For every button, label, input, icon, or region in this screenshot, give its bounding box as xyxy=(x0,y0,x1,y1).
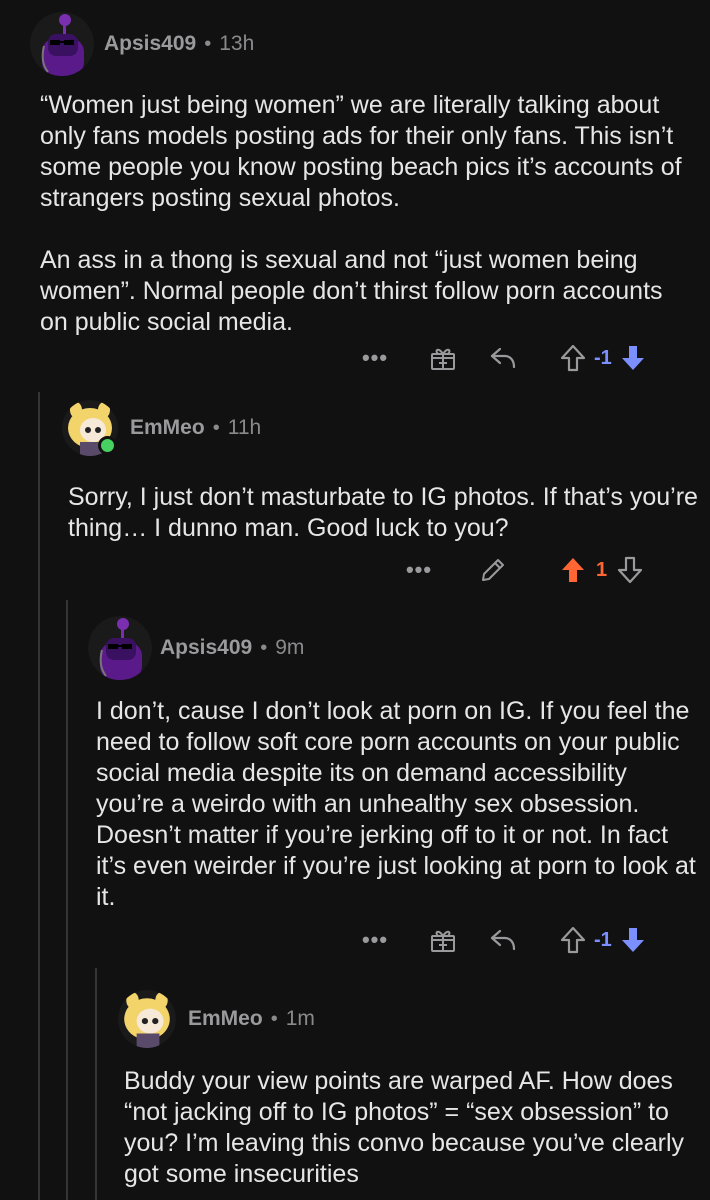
username[interactable]: EmMeo xyxy=(130,416,205,440)
timestamp: 13h xyxy=(219,32,255,55)
downvote-arrow-icon[interactable] xyxy=(615,556,645,584)
award-gift-icon[interactable] xyxy=(428,344,458,372)
avatar-apsis409[interactable] xyxy=(30,12,94,76)
reply-arrow-icon[interactable] xyxy=(488,927,518,953)
comment-body: Sorry, I just don’t masturbate to IG pho… xyxy=(68,482,698,544)
comment-header: EmMeo • 11h xyxy=(62,400,261,456)
timestamp: 9m xyxy=(275,636,305,659)
vote-score: 1 xyxy=(596,558,608,581)
comment-paragraph: Sorry, I just don’t masturbate to IG pho… xyxy=(68,483,698,542)
comment-header: EmMeo • 1m xyxy=(118,990,315,1048)
comment-emmeo-1: EmMeo • 11h Sorry, I just don’t masturba… xyxy=(0,380,710,600)
timestamp: 11h xyxy=(227,416,262,439)
comment-body: I don’t, cause I don’t look at porn on I… xyxy=(96,696,696,913)
comment-body: Buddy your view points are warped AF. Ho… xyxy=(124,1066,700,1190)
username[interactable]: EmMeo xyxy=(188,1007,263,1031)
vote-score: -1 xyxy=(594,928,612,951)
comment-paragraph: Buddy your view points are warped AF. Ho… xyxy=(124,1067,685,1188)
separator-dot: • xyxy=(260,636,268,659)
username[interactable]: Apsis409 xyxy=(104,32,196,56)
comment-actions: ••• 1 xyxy=(404,552,645,588)
separator-dot: • xyxy=(212,416,220,439)
avatar-apsis409[interactable] xyxy=(88,616,152,680)
avatar-wrapper xyxy=(62,400,118,456)
separator-dot: • xyxy=(204,32,212,55)
more-options-icon[interactable]: ••• xyxy=(360,927,390,953)
pencil-edit-icon[interactable] xyxy=(478,556,508,584)
separator-dot: • xyxy=(270,1007,278,1030)
comment-paragraph: “Women just being women” we are literall… xyxy=(40,91,682,212)
comment-paragraph: I don’t, cause I don’t look at porn on I… xyxy=(96,697,696,911)
more-options-icon[interactable]: ••• xyxy=(360,345,390,371)
comment-body: “Women just being women” we are literall… xyxy=(40,90,690,338)
comment-actions: ••• -1 xyxy=(360,922,648,958)
comment-paragraph: An ass in a thong is sexual and not “jus… xyxy=(40,246,663,336)
comment-apsis409-1: Apsis409 • 13h “Women just being women” … xyxy=(0,0,710,380)
comment-emmeo-2: EmMeo • 1m Buddy your view points are wa… xyxy=(0,968,710,1200)
timestamp: 1m xyxy=(285,1007,315,1030)
vote-score: -1 xyxy=(594,346,612,369)
username[interactable]: Apsis409 xyxy=(160,636,252,660)
comment-header: Apsis409 • 13h xyxy=(30,12,254,76)
avatar-emmeo[interactable] xyxy=(118,990,176,1048)
downvote-arrow-icon[interactable] xyxy=(618,926,648,954)
upvote-arrow-icon[interactable] xyxy=(558,556,588,584)
comment-apsis409-2: Apsis409 • 9m I don’t, cause I don’t loo… xyxy=(0,600,710,968)
comment-actions: ••• -1 xyxy=(360,340,648,376)
more-options-icon[interactable]: ••• xyxy=(404,557,434,583)
upvote-arrow-icon[interactable] xyxy=(558,344,588,372)
award-gift-icon[interactable] xyxy=(428,926,458,954)
reply-arrow-icon[interactable] xyxy=(488,345,518,371)
upvote-arrow-icon[interactable] xyxy=(558,926,588,954)
downvote-arrow-icon[interactable] xyxy=(618,344,648,372)
comment-header: Apsis409 • 9m xyxy=(88,616,304,680)
online-status-dot xyxy=(98,436,117,455)
